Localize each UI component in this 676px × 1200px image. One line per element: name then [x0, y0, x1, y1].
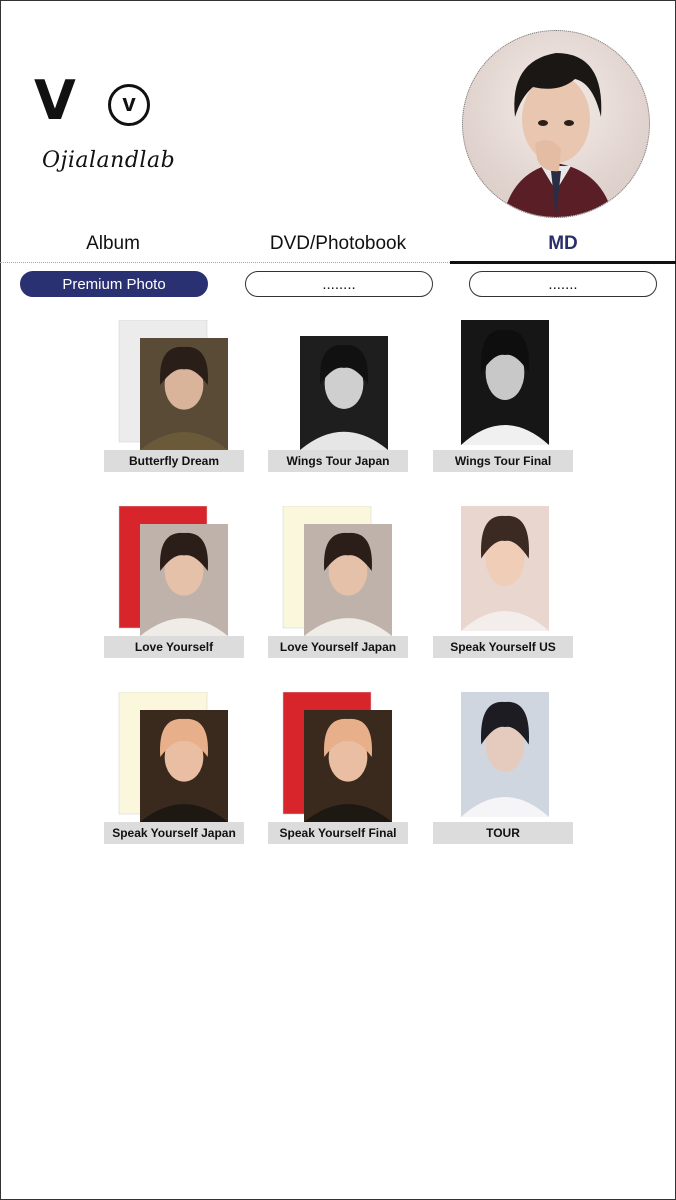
product-card-label: TOUR — [433, 822, 573, 844]
product-card-label: Love Yourself Japan — [268, 636, 408, 658]
tab-album[interactable]: Album — [40, 226, 186, 262]
profile-avatar — [462, 30, 650, 218]
filter-premium-photo[interactable]: Premium Photo — [20, 271, 208, 297]
product-card-wings-tour-final[interactable]: Wings Tour Final — [433, 320, 573, 480]
product-card-love-yourself[interactable]: Love Yourself — [104, 506, 244, 666]
product-card-label: Butterfly Dream — [104, 450, 244, 472]
product-card-speak-yourself-us[interactable]: Speak Yourself US — [433, 506, 573, 666]
product-card-label: Love Yourself — [104, 636, 244, 658]
filter-placeholder-2[interactable]: ....... — [469, 271, 657, 297]
product-card-tour[interactable]: TOUR — [433, 692, 573, 852]
product-card-speak-yourself-japan[interactable]: Speak Yourself Japan — [104, 692, 244, 852]
tab-md[interactable]: MD — [490, 226, 636, 262]
tab-dvd-photobook[interactable]: DVD/Photobook — [250, 226, 426, 262]
page-title: V — [34, 69, 76, 132]
filter-placeholder-1[interactable]: ........ — [245, 271, 433, 297]
product-card-label: Wings Tour Japan — [268, 450, 408, 472]
logo-letter: v — [122, 89, 136, 117]
product-card-wings-tour-japan[interactable]: Wings Tour Japan — [268, 320, 408, 480]
logo-icon: v — [108, 84, 150, 126]
product-card-label: Speak Yourself US — [433, 636, 573, 658]
product-card-butterfly-dream[interactable]: Butterfly Dream — [104, 320, 244, 480]
product-card-speak-yourself-final[interactable]: Speak Yourself Final — [268, 692, 408, 852]
product-card-love-yourself-japan[interactable]: Love Yourself Japan — [268, 506, 408, 666]
active-tab-indicator — [450, 261, 676, 264]
product-card-label: Wings Tour Final — [433, 450, 573, 472]
product-card-label: Speak Yourself Final — [268, 822, 408, 844]
tabs-divider — [0, 262, 450, 263]
brand-name: Ojialandlab — [42, 148, 176, 173]
category-tabs: Album DVD/Photobook MD — [0, 226, 676, 264]
product-card-label: Speak Yourself Japan — [104, 822, 244, 844]
